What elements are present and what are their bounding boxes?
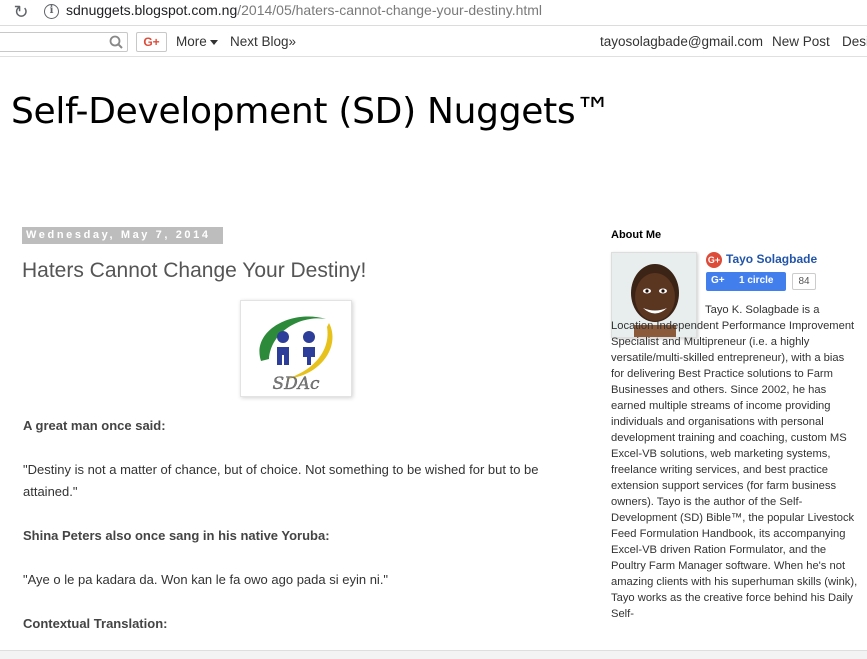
logo-text: SDAc: [272, 374, 320, 394]
sdac-logo: SDAc: [259, 316, 333, 394]
account-email[interactable]: tayosolagbade@gmail.com: [600, 34, 763, 49]
post-logo-image[interactable]: SDAc: [240, 300, 352, 397]
post-paragraph: A great man once said:: [23, 418, 166, 433]
reload-icon[interactable]: ↻: [10, 1, 32, 23]
post-paragraph: Contextual Translation:: [23, 616, 168, 631]
post-date-header: Wednesday, May 7, 2014: [22, 227, 223, 244]
design-link[interactable]: Desi: [842, 34, 867, 49]
blogger-navbar: G+ More Next Blog» tayosolagbade@gmail.c…: [0, 27, 867, 57]
gplus-badge-icon: G+: [711, 275, 725, 286]
about-me-text: Tayo K. Solagbade is a Location Independ…: [611, 304, 858, 620]
url-field[interactable]: sdnuggets.blogspot.com.ng/2014/05/haters…: [66, 2, 542, 18]
gplus-icon: G+: [706, 252, 722, 268]
bottom-scroll-strip: [0, 650, 867, 659]
url-host: sdnuggets.blogspot.com.ng: [66, 2, 238, 18]
search-icon[interactable]: [107, 34, 125, 51]
post-paragraph: "Aye o le pa kadara da. Won kan le fa ow…: [23, 572, 389, 587]
about-me-heading: About Me: [611, 229, 662, 241]
more-menu[interactable]: More: [176, 34, 218, 49]
add-to-circles-button[interactable]: G+ 1 circle: [706, 272, 786, 291]
browser-address-bar: ↻ i sdnuggets.blogspot.com.ng/2014/05/ha…: [0, 0, 867, 26]
post-title[interactable]: Haters Cannot Change Your Destiny!: [22, 259, 366, 283]
blog-search-input[interactable]: [0, 32, 128, 52]
caret-down-icon: [209, 39, 218, 45]
post-paragraph: Shina Peters also once sang in his nativ…: [23, 528, 330, 543]
blog-title[interactable]: Self-Development (SD) Nuggets™: [11, 91, 611, 132]
gplus-share-button[interactable]: G+: [136, 32, 167, 52]
url-path: /2014/05/haters-cannot-change-your-desti…: [237, 2, 543, 18]
profile-name-link[interactable]: Tayo Solagbade: [726, 252, 817, 266]
circle-count: 84: [792, 273, 816, 290]
post-paragraph: "Destiny is not a matter of chance, but …: [23, 462, 539, 499]
circle-label: 1 circle: [739, 275, 774, 286]
new-post-link[interactable]: New Post: [772, 34, 830, 49]
more-label: More: [176, 34, 207, 49]
site-info-icon[interactable]: i: [44, 4, 59, 19]
next-blog-link[interactable]: Next Blog»: [230, 34, 296, 49]
